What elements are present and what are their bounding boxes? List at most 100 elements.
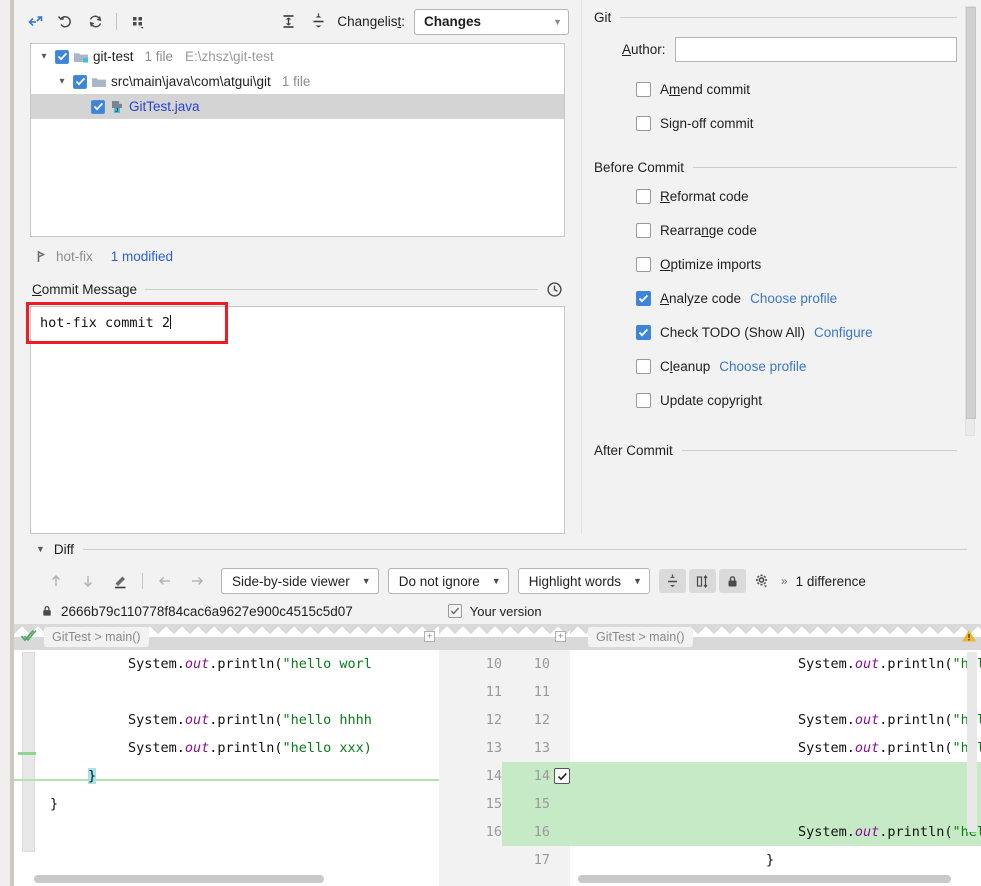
twisty-icon[interactable]: ▾ [37, 51, 51, 62]
checkbox-module[interactable] [55, 49, 69, 64]
chevron-down-icon[interactable]: ▼ [36, 544, 45, 554]
checkbox-box[interactable] [636, 392, 651, 408]
your-version-row[interactable]: Your version [447, 604, 598, 619]
diff-right-editor[interactable]: GitTest > main() System.out.println("hel… [570, 624, 981, 886]
choose-profile-link[interactable]: Choose profile [750, 291, 837, 306]
lock-icon[interactable] [718, 569, 746, 593]
twisty-icon[interactable]: ▾ [55, 76, 69, 87]
checkbox-optimize-imports[interactable]: Optimize imports [594, 247, 981, 281]
expand-all-icon[interactable] [273, 9, 303, 35]
commit-message-header: Commit Message [14, 276, 581, 302]
edit-source-icon[interactable] [104, 568, 136, 594]
tree-row-module[interactable]: ▾ git-test 1 file E:\zhsz\git-test [31, 44, 564, 69]
tree-row-file[interactable]: J GitTest.java [31, 94, 564, 120]
move-to-changelist-icon[interactable] [20, 9, 50, 35]
previous-difference-icon[interactable] [40, 568, 72, 594]
left-editor-hscrollbar[interactable] [34, 875, 324, 883]
tree-module-filecount: 1 file [144, 49, 174, 65]
line-number: 13 [533, 740, 550, 756]
checkbox-folder[interactable] [73, 74, 87, 89]
left-gutter: 10 11 12 13 14 15 16 [439, 624, 502, 886]
checkbox-box[interactable] [636, 222, 651, 238]
checkbox-box[interactable] [636, 358, 651, 374]
checkbox-your-version[interactable] [447, 604, 462, 618]
changes-tree[interactable]: ▾ git-test 1 file E:\zhsz\git-test ▾ src… [30, 43, 565, 237]
right-code: System.out.println("hello world! System.… [766, 656, 981, 868]
options-scrollbar[interactable] [965, 6, 976, 436]
commit-message-input[interactable]: hot-fix commit 2 [26, 302, 565, 534]
collapse-all-icon[interactable] [303, 9, 333, 35]
toolbar-overflow-icon[interactable]: » [776, 574, 793, 588]
toolbar-separator [116, 13, 117, 31]
rollback-icon[interactable] [50, 9, 80, 35]
synchronize-scrolling-icon[interactable] [688, 569, 716, 593]
right-editor-hscrollbar[interactable] [578, 875, 951, 883]
settings-gear-icon[interactable] [749, 569, 776, 593]
checkbox-reformat-code[interactable]: Reformat code [594, 179, 981, 213]
accept-left-icon[interactable] [149, 568, 181, 594]
tree-folder-filecount: 1 file [281, 74, 311, 90]
changelist-combo[interactable]: Changes ▼ [414, 8, 569, 35]
checkbox-box[interactable] [636, 256, 651, 272]
checkbox-label: Rearrange code [660, 222, 757, 238]
checkbox-box[interactable] [636, 115, 651, 131]
next-difference-icon[interactable] [72, 568, 104, 594]
clock-history-icon[interactable] [546, 281, 563, 298]
collapsed-fragment-strip [439, 624, 502, 650]
ignore-mode-combo[interactable]: Do not ignore ▼ [387, 568, 509, 594]
warning-icon[interactable] [961, 628, 977, 644]
expand-fragment-icon[interactable]: + [424, 631, 435, 642]
module-folder-icon [73, 49, 89, 65]
inspection-ok-icon[interactable] [20, 628, 37, 645]
divider [145, 288, 538, 290]
checkbox-box[interactable] [636, 290, 651, 306]
tree-row-folder[interactable]: ▾ src\main\java\com\atgui\git 1 file [31, 69, 564, 94]
commit-top-area: Changelist: Changes ▼ ▾ git-test 1 file … [14, 0, 981, 534]
choose-profile-link[interactable]: Choose profile [719, 359, 806, 374]
collapse-unchanged-fragments-icon[interactable] [658, 569, 686, 593]
changes-toolbar: Changelist: Changes ▼ [14, 0, 581, 43]
chevron-down-icon: ▼ [553, 16, 562, 27]
text-caret [170, 315, 172, 330]
checkbox-rearrange-code[interactable]: Rearrange code [594, 213, 981, 247]
ignore-mode-value: Do not ignore [398, 573, 480, 589]
author-input[interactable] [674, 37, 957, 62]
configure-link[interactable]: Configure [814, 325, 873, 340]
commit-options-pane: Git Author: Amend commit Sign-off commit [581, 0, 981, 534]
changelist-label: Changelist: [337, 14, 405, 30]
chevron-down-icon: ▼ [633, 576, 642, 586]
checkbox-box[interactable] [636, 81, 651, 97]
highlight-mode-combo[interactable]: Highlight words ▼ [517, 568, 650, 594]
chevron-down-icon: ▼ [491, 576, 501, 586]
group-by-icon[interactable] [123, 9, 153, 35]
diff-left-editor[interactable]: GitTest > main() + System.out.println("h… [14, 624, 439, 886]
divider [620, 17, 957, 18]
diff-section-header[interactable]: ▼ Diff [14, 534, 981, 564]
checkbox-amend-commit[interactable]: Amend commit [594, 72, 981, 106]
scrollbar-thumb[interactable] [966, 7, 976, 419]
left-breadcrumb[interactable]: GitTest > main() [44, 627, 149, 647]
accept-right-icon[interactable] [181, 568, 213, 594]
expand-fragment-icon[interactable]: + [555, 631, 566, 642]
group-title-after-commit: After Commit [594, 443, 673, 458]
checkbox-box[interactable] [636, 188, 651, 204]
checkbox-analyze-code[interactable]: Analyze code Choose profile [594, 281, 981, 315]
checkbox-signoff-commit[interactable]: Sign-off commit [594, 106, 981, 140]
viewer-mode-combo[interactable]: Side-by-side viewer ▼ [221, 568, 379, 594]
accept-change-checkbox[interactable] [554, 768, 570, 784]
checkbox-update-copyright[interactable]: Update copyright [594, 383, 981, 417]
refresh-icon[interactable] [80, 9, 110, 35]
right-editor-scrollbar[interactable] [967, 652, 977, 832]
right-breadcrumb[interactable]: GitTest > main() [588, 627, 693, 647]
checkbox-label: Sign-off commit [660, 115, 754, 131]
line-number: 16 [485, 824, 502, 840]
line-number: 10 [533, 656, 550, 672]
modified-count[interactable]: 1 modified [111, 249, 173, 264]
checkbox-box[interactable] [636, 324, 651, 340]
checkbox-file[interactable] [91, 99, 105, 114]
background-window-sliver [0, 0, 14, 886]
checkbox-check-todo[interactable]: Check TODO (Show All) Configure [594, 315, 981, 349]
checkbox-cleanup[interactable]: Cleanup Choose profile [594, 349, 981, 383]
diff-section: ▼ Diff Side-by-side viewer ▼ Do not igno… [14, 534, 981, 886]
line-number: 16 [533, 824, 550, 840]
